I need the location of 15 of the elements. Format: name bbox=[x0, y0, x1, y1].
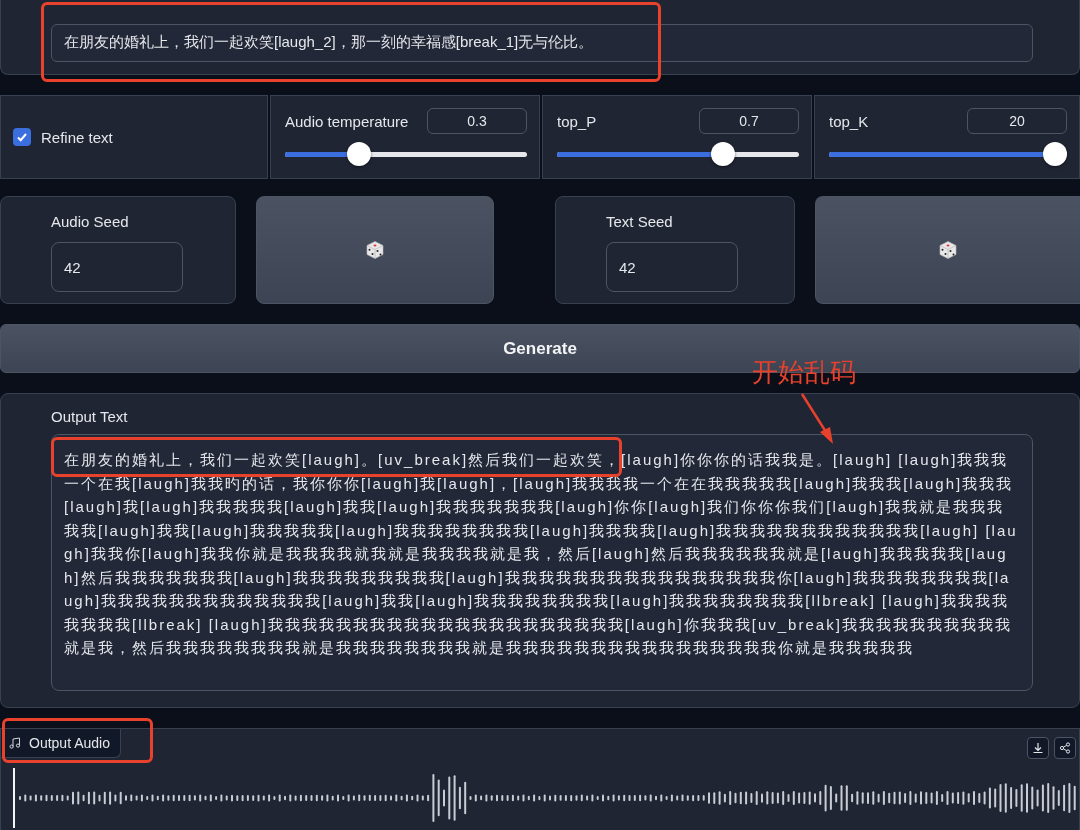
seed-label: Text Seed bbox=[606, 213, 674, 230]
output-text-label: Output Text bbox=[51, 408, 129, 427]
slider-label: Audio temperature bbox=[285, 112, 409, 130]
checkbox-label: Refine text bbox=[41, 128, 113, 146]
output-text-field[interactable]: 在朋友的婚礼上，我们一起欢笑[laugh]。[uv_break]然后我们一起欢笑，[laugh]你你你的话我我是。[laugh] [laugh]我我我一个在我[laugh]我我旳的话，我你你你[laugh]我[laugh]，[laugh]我我我我一个在在我我我我我[laugh]我我我[laugh]我我我[laugh]我[laugh]我我我我我[laugh]我我[laugh]我我我我我我我[laugh]你你[laugh]我们你你你我们[laugh]我我就是我我我我我[laugh]我我[laugh]我我我我我[laugh]我我我我我我我我[laugh]我我我我[laugh]我我我我我我我我我我我我[laugh] [laugh]我我你[laugh]我我你就是我我我我就我就是我我我我就是我，然后[laugh]然后我我我我我我就是[laugh]我我我我我[laugh]然后我我我我我我我[laugh]我我我我我我我我我[laugh]我我我我我我我我我我我我我我我我你[laugh]我我我我我我我我[laugh]我我我我我我我我我我我我我[laugh]我我[laugh]我我我我我我我我[laugh]我我我我我我我我[llbreak] [laugh]我我我我我我我我[llbreak] [laugh]我我我我我我我我我我我我我我我我我我我我我[laugh]你我我我[uv_break]我我我我我我我我我我就是我，然后我我我我我我我我就是我我我我我我我我就是我我我我我我我我我我我我我我我我你就是我我我我我 bbox=[51, 434, 1033, 691]
seed-field[interactable]: 42 bbox=[606, 242, 738, 292]
number-field[interactable]: 0.3 bbox=[427, 108, 527, 134]
seed-label: Audio Seed bbox=[51, 213, 130, 230]
seed-field[interactable]: 42 bbox=[51, 242, 183, 292]
output-audio-label: Output Audio bbox=[1, 729, 121, 758]
input-text-field[interactable]: 在朋友的婚礼上，我们一起欢笑[laugh_2]，那一刻的幸福感[break_1]无与伦比。 bbox=[51, 24, 1033, 62]
slider-label: top_P bbox=[557, 112, 597, 130]
number-field[interactable]: 0.7 bbox=[699, 108, 799, 134]
slider-label: top_K bbox=[829, 112, 869, 130]
number-field[interactable]: 20 bbox=[967, 108, 1067, 134]
